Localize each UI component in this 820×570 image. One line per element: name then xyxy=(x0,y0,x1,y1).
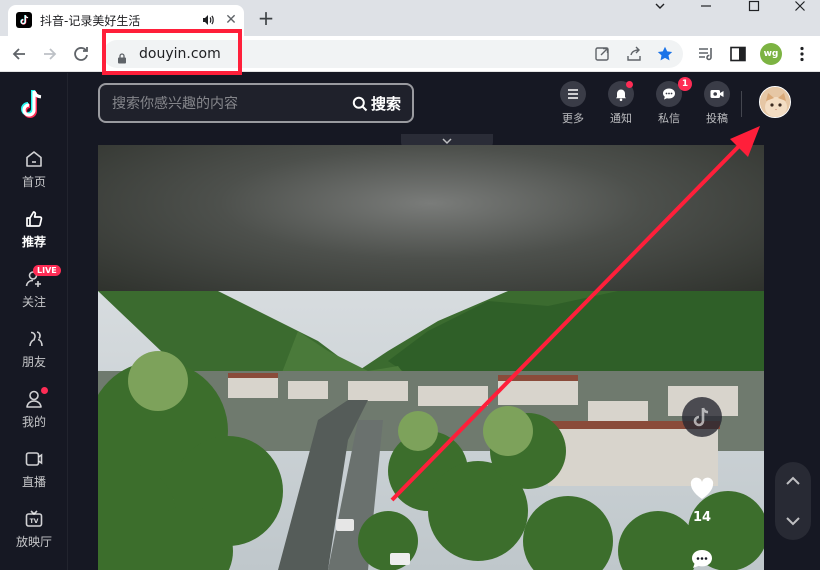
video-frame-village-valley xyxy=(98,291,764,570)
minimize-button[interactable] xyxy=(686,0,726,18)
sidebar-item-label: 我的 xyxy=(21,415,46,429)
video-camera-icon xyxy=(710,90,724,98)
friends-icon xyxy=(29,331,43,347)
douyin-logo-icon[interactable] xyxy=(16,87,48,121)
sidebar-item-recommend[interactable]: 推荐 xyxy=(0,209,68,265)
tab-search-chevron-icon[interactable] xyxy=(640,0,680,18)
sidebar-item-mine[interactable]: 我的 xyxy=(0,387,68,445)
upload-label: 投稿 xyxy=(706,112,728,125)
sidebar-item-live[interactable]: 直播 xyxy=(0,449,68,505)
bell-icon xyxy=(616,89,626,102)
previous-video-chevron-up-icon[interactable] xyxy=(785,474,801,488)
sidebar-item-friends[interactable]: 朋友 xyxy=(0,329,68,385)
browser-profile-avatar[interactable]: wg xyxy=(760,43,782,65)
close-window-button[interactable] xyxy=(780,0,820,18)
user-avatar[interactable] xyxy=(759,86,791,118)
new-tab-button[interactable]: + xyxy=(256,6,276,30)
sidebar: 首页 推荐 LIVE 关注 朋友 我的 直播 TV 放映厅 xyxy=(0,73,68,570)
search-input[interactable] xyxy=(112,94,342,114)
live-badge: LIVE xyxy=(33,265,61,276)
thumbs-up-icon xyxy=(26,211,43,227)
upload-button[interactable]: 投稿 xyxy=(697,81,737,126)
message-button[interactable]: 1 私信 xyxy=(649,77,692,126)
sidebar-item-label: 放映厅 xyxy=(15,535,52,549)
like-button[interactable] xyxy=(688,475,716,503)
open-in-app-icon[interactable] xyxy=(593,45,611,63)
sidebar-item-label: 直播 xyxy=(21,475,46,489)
maximize-button[interactable] xyxy=(734,0,774,18)
sidebar-item-label: 关注 xyxy=(21,295,46,309)
video-player[interactable] xyxy=(98,145,764,570)
media-controls-icon[interactable] xyxy=(697,45,715,63)
tab-title: 抖音-记录美好生活 xyxy=(40,14,141,28)
share-icon[interactable] xyxy=(625,45,643,63)
search-bar: 搜索 xyxy=(98,83,414,123)
more-button[interactable]: 更多 xyxy=(553,81,593,126)
sidebar-item-label: 首页 xyxy=(21,175,46,189)
bookmark-star-icon[interactable] xyxy=(656,45,674,63)
search-icon xyxy=(352,96,368,112)
douyin-favicon-icon xyxy=(16,12,32,28)
cat-avatar-icon xyxy=(760,87,790,117)
side-panel-icon[interactable] xyxy=(729,45,747,63)
search-button-label: 搜索 xyxy=(371,95,402,113)
sidebar-item-label: 推荐 xyxy=(21,235,46,249)
svg-text:TV: TV xyxy=(30,518,39,525)
douyin-logo-icon xyxy=(693,407,709,427)
notify-button[interactable]: 通知 xyxy=(601,81,641,126)
url-highlight-box xyxy=(102,29,242,75)
kebab-menu-icon[interactable] xyxy=(793,45,811,63)
comment-bubble-icon xyxy=(692,550,712,568)
notification-dot xyxy=(41,387,48,394)
forward-arrow-icon[interactable] xyxy=(40,44,60,64)
sidebar-item-label: 朋友 xyxy=(21,355,46,369)
reload-icon[interactable] xyxy=(71,44,91,64)
next-video-chevron-down-icon[interactable] xyxy=(785,514,801,528)
douyin-page: 首页 推荐 LIVE 关注 朋友 我的 直播 TV 放映厅 搜索你感兴趣的内容 … xyxy=(0,73,820,570)
sidebar-item-cinema[interactable]: TV 放映厅 xyxy=(0,509,68,565)
cinema-tv-icon: TV xyxy=(25,510,43,527)
sidebar-item-home[interactable]: 首页 xyxy=(0,149,68,205)
back-arrow-icon[interactable] xyxy=(9,44,29,64)
live-tv-icon xyxy=(25,452,43,466)
home-icon xyxy=(26,151,42,167)
chat-bubble-icon xyxy=(663,88,675,100)
video-switch-control xyxy=(775,462,811,540)
message-count-badge: 1 xyxy=(678,77,692,91)
search-button[interactable]: 搜索 xyxy=(352,93,412,115)
douyin-watermark-button[interactable] xyxy=(682,397,722,437)
tab-close-icon[interactable]: ✕ xyxy=(222,11,240,29)
message-label: 私信 xyxy=(658,112,680,125)
like-count: 14 xyxy=(692,510,712,525)
sidebar-item-follow[interactable]: LIVE 关注 xyxy=(0,265,68,325)
heart-icon xyxy=(690,477,714,499)
more-label: 更多 xyxy=(562,112,584,125)
video-top-blur xyxy=(98,145,764,291)
notification-dot xyxy=(626,81,633,88)
comment-button[interactable] xyxy=(690,548,714,570)
menu-icon xyxy=(568,89,578,99)
audio-playing-icon[interactable] xyxy=(200,12,216,28)
header-divider xyxy=(741,91,742,117)
notify-label: 通知 xyxy=(610,112,632,125)
